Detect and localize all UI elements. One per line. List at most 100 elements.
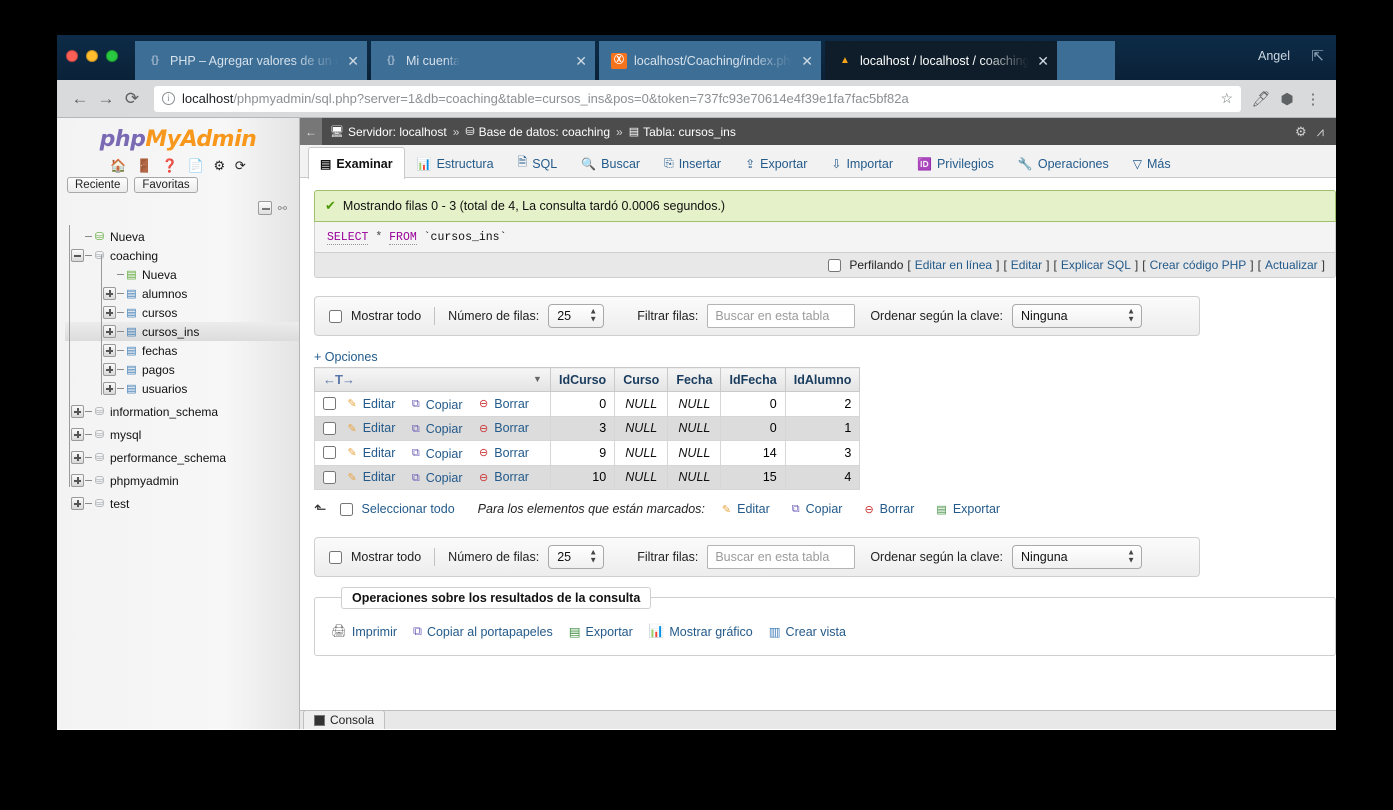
sql-query-display[interactable]: SELECT * FROM `cursos_ins` — [314, 222, 1336, 253]
link-with-main-panel-icon[interactable]: ⚯ — [278, 202, 287, 215]
row-select-checkbox[interactable] — [323, 470, 336, 484]
browser-tab-4-close-icon[interactable]: ✕ — [1029, 54, 1049, 68]
rows-number-select[interactable]: 25 — [548, 304, 605, 328]
column-header-curso[interactable]: Curso — [614, 367, 669, 392]
tab-buscar[interactable]: 🔍 Buscar — [569, 147, 652, 179]
delete-label[interactable]: Borrar — [494, 446, 529, 460]
expand-expander-icon[interactable] — [103, 344, 116, 357]
expand-expander-icon[interactable] — [71, 474, 84, 487]
edit-label[interactable]: Editar — [363, 470, 396, 484]
bulk-edit-label[interactable]: Editar — [737, 502, 770, 516]
restore-window-icon[interactable]: ⇱ — [1311, 47, 1324, 65]
edit-row-button[interactable]: ✎ Editar — [347, 397, 397, 411]
expand-expander-icon[interactable] — [103, 306, 116, 319]
column-menu-caret-icon[interactable]: ▼ — [533, 374, 542, 384]
tab-importar[interactable]: ⇩ Importar — [819, 147, 905, 179]
tab-insertar[interactable]: ⎘ Insertar — [652, 147, 733, 179]
browser-menu-button[interactable]: ⋮ — [1300, 86, 1326, 112]
maximize-window-button[interactable] — [106, 50, 118, 62]
copy-row-button[interactable]: ⧉ Copiar — [412, 471, 465, 485]
browser-tab-4[interactable]: ▲ localhost / localhost / coaching ✕ — [825, 41, 1057, 80]
copy-label[interactable]: Copiar — [426, 471, 463, 485]
expand-expander-icon[interactable] — [103, 382, 116, 395]
tab-operaciones[interactable]: 🔧 Operaciones — [1006, 147, 1121, 179]
edit-row-button[interactable]: ✎ Editar — [347, 421, 397, 435]
sort-by-key-select[interactable]: Ninguna — [1012, 545, 1143, 569]
tab-reciente[interactable]: Reciente — [67, 177, 129, 193]
link-editar[interactable]: Editar — [1011, 258, 1042, 272]
copy-label[interactable]: Copiar — [426, 422, 463, 436]
tab-favoritas[interactable]: Favoritas — [134, 177, 198, 193]
expand-expander-icon[interactable] — [103, 325, 116, 338]
show-all-checkbox[interactable] — [329, 309, 342, 323]
copy-row-button[interactable]: ⧉ Copiar — [412, 398, 465, 412]
edit-label[interactable]: Editar — [363, 397, 396, 411]
phpmyadmin-logo[interactable]: phpMyAdmin — [57, 118, 299, 156]
tree-item-nueva-db[interactable]: ⛁ Nueva — [65, 227, 299, 246]
tab-mas[interactable]: ▽ Más — [1121, 147, 1183, 179]
expand-expander-icon[interactable] — [71, 451, 84, 464]
options-toggle-link[interactable]: + Opciones — [314, 350, 1322, 364]
tree-item-information-schema[interactable]: ⛁ information_schema — [65, 402, 299, 421]
forward-button[interactable]: → — [93, 86, 119, 112]
rows-number-select[interactable]: 25 — [548, 545, 605, 569]
browser-tab-2-close-icon[interactable]: ✕ — [567, 54, 587, 68]
bulk-copy-label[interactable]: Copiar — [806, 502, 843, 516]
collapse-expander-icon[interactable] — [71, 249, 84, 262]
filter-rows-input[interactable] — [707, 304, 856, 328]
link-actualizar[interactable]: Actualizar — [1265, 258, 1318, 272]
column-header-idalumno[interactable]: IdAlumno — [784, 367, 861, 392]
create-view-link[interactable]: ▥ Crear vista — [769, 624, 846, 640]
collapse-icon[interactable]: ⩘ — [1317, 124, 1324, 140]
close-window-button[interactable] — [66, 50, 78, 62]
bulk-delete-button[interactable]: ⊖ Borrar — [864, 502, 916, 516]
expand-expander-icon[interactable] — [103, 287, 116, 300]
breadcrumb-database[interactable]: Base de datos: coaching — [479, 125, 610, 139]
edit-label[interactable]: Editar — [363, 446, 396, 460]
column-header-fecha[interactable]: Fecha — [667, 367, 722, 392]
edit-label[interactable]: Editar — [363, 421, 396, 435]
bulk-copy-button[interactable]: ⧉ Copiar — [792, 502, 845, 516]
reload-icon[interactable]: ⟳ — [235, 159, 246, 172]
row-select-checkbox[interactable] — [323, 446, 336, 460]
breadcrumb-server[interactable]: Servidor: localhost — [348, 125, 447, 139]
browser-profile-name[interactable]: Angel — [1258, 49, 1290, 63]
expand-expander-icon[interactable] — [71, 405, 84, 418]
bulk-delete-label[interactable]: Borrar — [880, 502, 915, 516]
profiling-checkbox[interactable] — [828, 258, 842, 272]
package-icon[interactable]: ⬢ — [1274, 86, 1300, 112]
address-bar[interactable]: i localhost/phpmyadmin/sql.php?server=1&… — [154, 85, 1241, 112]
browser-tab-3-close-icon[interactable]: ✕ — [793, 54, 813, 68]
breadcrumb-back-button[interactable]: ← — [300, 118, 322, 145]
link-editar-en-linea[interactable]: Editar en línea — [915, 258, 992, 272]
copy-row-button[interactable]: ⧉ Copiar — [412, 447, 465, 461]
back-button[interactable]: ← — [67, 86, 93, 112]
browser-tab-2[interactable]: {} Mi cuenta ✕ — [371, 41, 595, 80]
settings-icon[interactable]: ⚙ — [214, 159, 226, 172]
column-header-idcurso[interactable]: IdCurso — [549, 367, 616, 392]
expand-expander-icon[interactable] — [71, 497, 84, 510]
delete-row-button[interactable]: ⊖ Borrar — [479, 397, 531, 411]
edit-row-button[interactable]: ✎ Editar — [347, 470, 397, 484]
show-all-checkbox[interactable] — [329, 550, 342, 564]
new-tab-button[interactable] — [1057, 41, 1115, 80]
sort-arrows-icon[interactable]: ←T→ — [323, 372, 355, 387]
expand-expander-icon[interactable] — [103, 363, 116, 376]
browser-tab-1[interactable]: {} PHP – Agregar valores de un c ✕ — [135, 41, 367, 80]
gear-icon[interactable]: ⚙ — [1295, 124, 1307, 140]
select-all-label[interactable]: Seleccionar todo — [362, 502, 455, 516]
copy-label[interactable]: Copiar — [426, 447, 463, 461]
link-explicar-sql[interactable]: Explicar SQL — [1061, 258, 1131, 272]
browser-tab-1-close-icon[interactable]: ✕ — [339, 54, 359, 68]
tab-sql[interactable]: 🗎 SQL — [506, 147, 570, 179]
column-header-idfecha[interactable]: IdFecha — [720, 367, 786, 392]
tab-estructura[interactable]: 📊 Estructura — [405, 147, 506, 179]
delete-row-button[interactable]: ⊖ Borrar — [479, 421, 531, 435]
reload-button[interactable]: ⟳ — [119, 86, 145, 112]
site-info-icon[interactable]: i — [162, 92, 175, 105]
delete-row-button[interactable]: ⊖ Borrar — [479, 470, 531, 484]
tab-examinar[interactable]: ▤ Examinar — [308, 147, 405, 179]
check-all-arrow-icon[interactable]: ⬑ — [314, 500, 327, 518]
export-link[interactable]: ▤ Exportar — [569, 624, 633, 640]
tab-privilegios[interactable]: 🆔 Privilegios — [905, 147, 1006, 179]
